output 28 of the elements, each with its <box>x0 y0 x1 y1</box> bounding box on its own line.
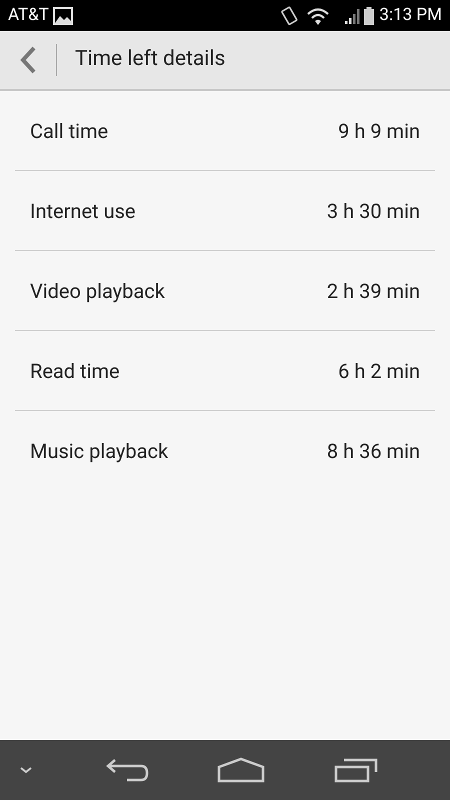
row-value: 8 h 36 min <box>326 438 420 465</box>
list-row[interactable]: Call time 9 h 9 min <box>15 91 435 171</box>
back-arrow-icon <box>104 757 149 783</box>
page-title: Time left details <box>75 46 226 74</box>
carrier: AT&T <box>8 4 49 27</box>
chevron-down-icon <box>19 766 33 774</box>
back-icon <box>19 45 37 75</box>
list-row[interactable]: Music playback 8 h 36 min <box>15 411 435 491</box>
back-nav-button[interactable] <box>104 757 149 783</box>
recent-apps-button[interactable] <box>334 757 378 783</box>
home-button[interactable] <box>217 757 266 783</box>
row-value: 3 h 30 min <box>326 198 420 224</box>
clock: 3:13 PM <box>379 4 442 27</box>
row-value: 9 h 9 min <box>338 118 420 144</box>
row-label: Call time <box>30 118 108 144</box>
battery-icon <box>363 6 376 26</box>
list-row[interactable]: Video playback 2 h 39 min <box>15 251 435 331</box>
row-label: Read time <box>30 358 120 384</box>
home-icon <box>217 757 266 783</box>
recent-apps-icon <box>334 757 378 783</box>
row-label: Internet use <box>30 198 136 224</box>
picture-icon <box>52 6 73 24</box>
row-label: Video playback <box>30 278 165 304</box>
row-value: 6 h 2 min <box>338 358 420 384</box>
row-label: Music playback <box>30 438 168 465</box>
list-row[interactable]: Read time 6 h 2 min <box>15 331 435 411</box>
list-row[interactable]: Internet use 3 h 30 min <box>15 171 435 251</box>
row-value: 2 h 39 min <box>326 278 420 304</box>
